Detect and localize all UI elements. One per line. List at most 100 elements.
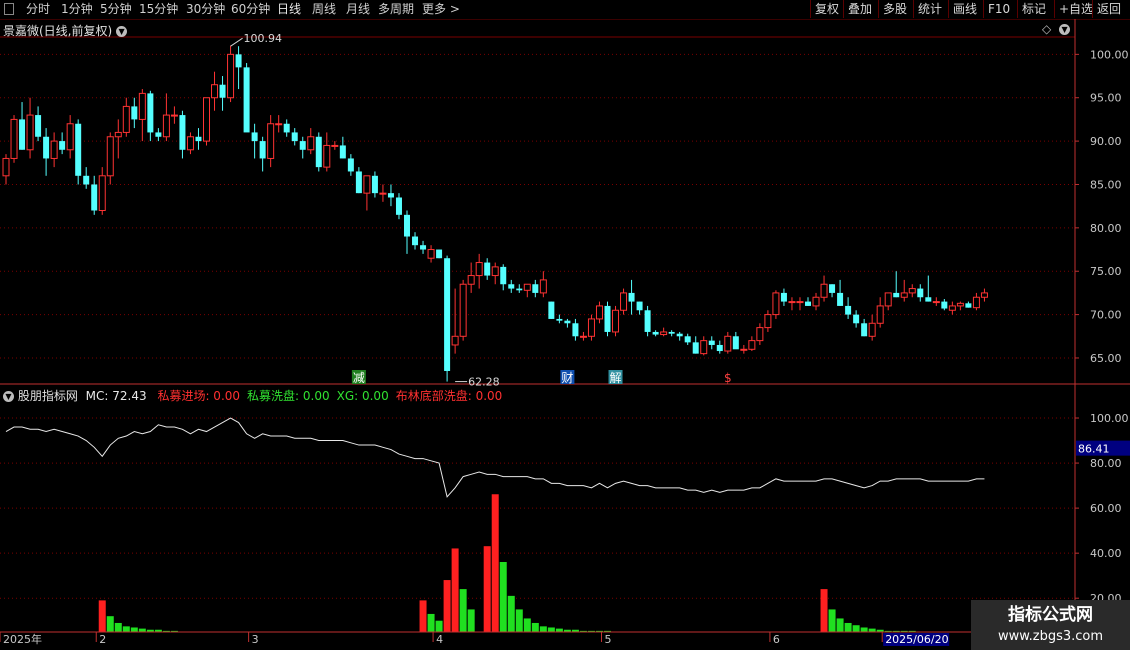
candle-body [83,175,90,185]
svg-text:100.94: 100.94 [244,32,283,45]
candle-body [740,348,748,351]
candle-body [179,115,186,150]
event-marker[interactable]: 解 [608,370,623,385]
candle-body [876,305,884,324]
chevron-down-icon[interactable]: ▼ [116,26,128,37]
candle-body [539,279,547,294]
candle-body [572,323,579,337]
candle-body [331,144,339,147]
candle-body [812,296,820,307]
main-panel-title: 景嘉微(日线,前复权) ▼ [3,22,128,39]
candle-body [259,141,266,159]
bar-green [138,628,146,632]
watermark-url: www.zbgs3.com [997,629,1104,644]
candle-body [948,305,956,311]
candle-body [291,132,298,142]
candle-body [660,331,668,336]
candle-body [893,292,900,298]
candle-body [203,97,210,142]
candle-body [283,123,290,133]
price-tick-label: 100.00 [1090,48,1129,61]
candle-body [211,84,219,99]
price-tick-label: 70.00 [1090,309,1122,322]
candle-body [941,301,948,309]
candle-body [748,340,756,350]
candle-body [980,292,988,298]
price-tick-label: 75.00 [1090,265,1122,278]
candle-body [131,106,138,120]
bar-green [106,616,114,632]
event-marker[interactable]: 财 [560,370,575,385]
bar-green [467,609,475,632]
candle-body [548,301,555,319]
bar-red [451,548,459,632]
candle-body [684,336,691,343]
chevron-down-icon[interactable]: ▼ [3,391,14,402]
candle-body [459,283,467,337]
candle-body [972,296,980,309]
svg-text:3: 3 [252,633,259,646]
candle-body [805,301,811,306]
candle-body [708,340,715,345]
candle-body [436,249,443,259]
candle-body [444,258,451,371]
price-tick-label: 90.00 [1090,135,1122,148]
candle-body [50,140,58,159]
candle-body [451,335,459,346]
date-axis-label: 2025年 [0,632,42,646]
candle-body [732,336,739,350]
svg-text:6: 6 [773,633,780,646]
svg-text:2025/06/20: 2025/06/20 [885,633,948,646]
bar-green [860,627,868,632]
candle-body [796,301,804,304]
candle-body [371,175,378,194]
current-value-label: 86.41 [1078,443,1110,456]
bar-green [539,626,547,632]
date-axis-label: 2025/06/20 [881,632,950,646]
candle-body [59,141,66,150]
candle-body [780,292,787,302]
bar-green [499,562,507,632]
candle-body [788,301,796,304]
bar-green [836,618,844,632]
diamond-icon[interactable]: ◇ [1042,22,1051,36]
bar-green [515,609,523,632]
candle-body [716,344,723,352]
date-axis-label: 3 [248,632,259,646]
candle-body [829,284,836,293]
candle-body [170,114,178,117]
bar-green [507,595,515,632]
chevron-down-icon[interactable]: ▼ [1059,24,1071,35]
candle-body [355,171,362,194]
candle-body [323,144,331,168]
svg-text:2: 2 [99,633,106,646]
candle-body [884,292,892,307]
candle-body [267,123,275,159]
bar-red [491,494,499,632]
candle-body [227,53,235,99]
candle-body [636,301,643,311]
price-annotation: 100.94 [230,32,283,47]
candle-body [484,262,491,276]
candle-body [516,288,523,291]
svg-text:4: 4 [436,633,443,646]
candle-body [676,333,683,337]
candle-body [700,340,708,355]
candle-body [98,175,106,212]
candle-body [820,283,828,298]
candle-body [595,305,603,320]
bar-green [547,627,555,632]
bar-green [130,627,138,632]
candle-body [644,310,651,332]
event-marker[interactable]: $ [724,371,732,385]
candle-body [275,123,283,126]
event-marker[interactable]: 减 [351,370,366,385]
bar-green [523,618,531,632]
stock-title: 景嘉微(日线,前复权) [3,24,113,38]
bar-green [114,622,122,632]
candle-body [412,236,419,246]
candle-body [114,131,122,138]
candle-body [532,284,539,293]
price-tick-label: 85.00 [1090,178,1122,191]
candle-body [395,197,402,215]
